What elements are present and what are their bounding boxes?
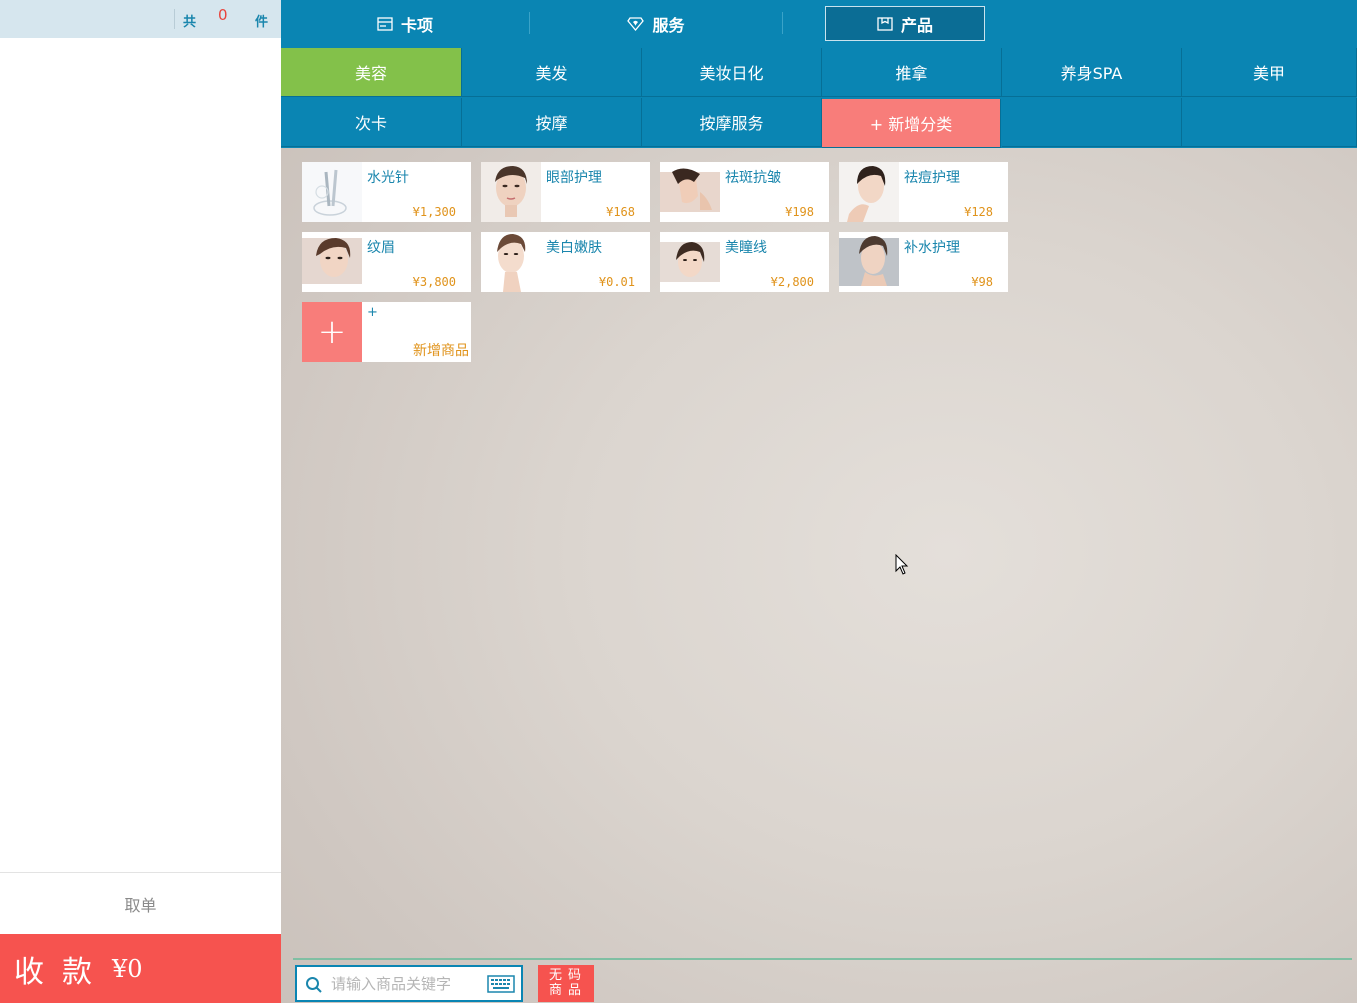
tab-service-label: 服务 bbox=[652, 16, 685, 35]
category-meijia[interactable]: 美甲 bbox=[1182, 48, 1357, 97]
category-tuina[interactable]: 推拿 bbox=[822, 48, 1002, 97]
cart-unit: 件 bbox=[255, 15, 269, 30]
product-card[interactable]: 美白嫩肤 ¥0.01 bbox=[481, 232, 650, 292]
category-anmo[interactable]: 按摩 bbox=[462, 98, 642, 147]
plus-icon: + bbox=[302, 302, 362, 362]
product-search bbox=[295, 965, 523, 1002]
tab-separator bbox=[782, 12, 783, 34]
keyboard-icon[interactable] bbox=[487, 975, 515, 997]
product-thumbnail bbox=[839, 232, 899, 292]
tab-card-label: 卡项 bbox=[400, 16, 433, 35]
product-price: ¥98 bbox=[971, 275, 993, 289]
category-spa[interactable]: 养身SPA bbox=[1002, 48, 1182, 97]
product-price: ¥168 bbox=[606, 205, 635, 219]
category-meirong[interactable]: 美容 bbox=[281, 48, 462, 97]
product-price: ¥0.01 bbox=[598, 275, 635, 289]
product-name: 眼部护理 bbox=[546, 170, 602, 186]
search-icon bbox=[305, 976, 323, 998]
diamond-heart-icon bbox=[627, 17, 645, 31]
divider bbox=[174, 9, 175, 29]
checkout-amount: ¥0 bbox=[112, 954, 143, 983]
cart-panel: 共 0 件 取单 收款 ¥0 bbox=[0, 0, 281, 1003]
product-price: ¥3,800 bbox=[412, 275, 456, 289]
product-card[interactable]: 纹眉 ¥3,800 bbox=[302, 232, 471, 292]
top-tab-bar: 卡项 服务 产品 bbox=[281, 0, 1357, 48]
mouse-pointer-icon bbox=[895, 553, 909, 580]
product-card[interactable]: 祛痘护理 ¥128 bbox=[839, 162, 1008, 222]
tab-product[interactable]: 产品 bbox=[825, 6, 985, 41]
product-thumbnail bbox=[302, 162, 362, 222]
product-card[interactable]: 祛斑抗皱 ¥198 bbox=[660, 162, 829, 222]
no-barcode-product-button[interactable]: 无码 商品 bbox=[538, 965, 594, 1002]
product-name: 美白嫩肤 bbox=[546, 240, 602, 256]
cancel-order-button[interactable]: 取单 bbox=[0, 872, 281, 934]
small-plus-icon: + bbox=[367, 305, 378, 320]
product-name: 纹眉 bbox=[367, 240, 395, 256]
category-meizhuang[interactable]: 美妆日化 bbox=[642, 48, 822, 97]
checkout-label: 收款 bbox=[14, 954, 110, 990]
product-thumbnail bbox=[839, 162, 899, 222]
product-price: ¥1,300 bbox=[412, 205, 456, 219]
bottom-divider bbox=[293, 958, 1352, 960]
no-barcode-line2: 商品 bbox=[548, 983, 587, 998]
category-grid: 美容 美发 美妆日化 推拿 养身SPA 美甲 次卡 按摩 按摩服务 + 新增分类 bbox=[281, 48, 1357, 148]
product-name: 补水护理 bbox=[904, 240, 960, 256]
no-barcode-line1: 无码 bbox=[548, 968, 587, 983]
tab-card[interactable]: 卡项 bbox=[281, 0, 529, 48]
box-icon bbox=[877, 16, 893, 31]
category-cika[interactable]: 次卡 bbox=[281, 98, 462, 147]
product-card[interactable]: 美瞳线 ¥2,800 bbox=[660, 232, 829, 292]
cart-total-prefix: 共 bbox=[183, 15, 197, 30]
product-thumbnail bbox=[481, 162, 541, 222]
product-thumbnail bbox=[660, 232, 720, 292]
tab-product-label: 产品 bbox=[900, 15, 933, 35]
product-thumbnail bbox=[660, 162, 720, 222]
search-input[interactable] bbox=[331, 973, 481, 995]
cart-count-bar: 共 0 件 bbox=[0, 0, 281, 38]
category-empty-slot bbox=[1002, 98, 1182, 147]
product-thumbnail bbox=[302, 232, 362, 292]
tab-service[interactable]: 服务 bbox=[530, 0, 782, 48]
cart-count: 0 bbox=[218, 6, 228, 24]
card-icon bbox=[377, 17, 393, 31]
add-category-button[interactable]: + 新增分类 bbox=[822, 99, 1001, 148]
product-price: ¥198 bbox=[785, 205, 814, 219]
product-name: 祛痘护理 bbox=[904, 170, 960, 186]
product-card[interactable]: 水光针 ¥1,300 bbox=[302, 162, 471, 222]
category-anmo-service[interactable]: 按摩服务 bbox=[642, 98, 822, 147]
product-price: ¥2,800 bbox=[770, 275, 814, 289]
checkout-button[interactable]: 收款 ¥0 bbox=[0, 934, 281, 1003]
main-area: 卡项 服务 产品 美容 美发 美妆日化 推拿 养身SPA 美甲 次卡 按摩 按摩… bbox=[281, 0, 1357, 1003]
category-empty-slot bbox=[1182, 98, 1357, 147]
product-name: 祛斑抗皱 bbox=[725, 170, 781, 186]
product-card[interactable]: 补水护理 ¥98 bbox=[839, 232, 1008, 292]
add-product-label: 新增商品 bbox=[413, 343, 469, 359]
product-name: 美瞳线 bbox=[725, 240, 767, 256]
category-meifa[interactable]: 美发 bbox=[462, 48, 642, 97]
product-thumbnail bbox=[481, 232, 541, 292]
product-name: 水光针 bbox=[367, 170, 409, 186]
product-price: ¥128 bbox=[964, 205, 993, 219]
product-card[interactable]: 眼部护理 ¥168 bbox=[481, 162, 650, 222]
add-product-button[interactable]: + + 新增商品 bbox=[302, 302, 471, 362]
